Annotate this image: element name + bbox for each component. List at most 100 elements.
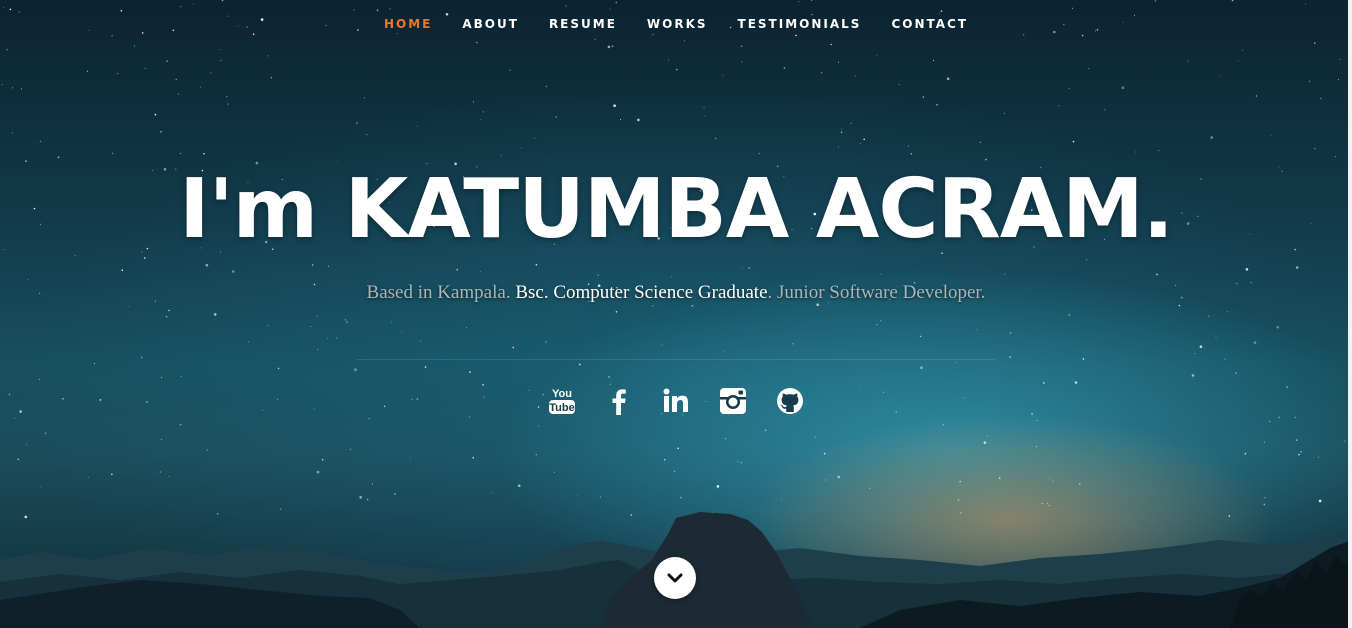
github-link[interactable] xyxy=(774,385,806,417)
star xyxy=(748,267,750,269)
star xyxy=(528,389,530,391)
star xyxy=(17,458,20,461)
star xyxy=(668,59,670,61)
star xyxy=(792,342,794,345)
star xyxy=(391,321,393,323)
star xyxy=(146,401,148,403)
star xyxy=(841,128,843,130)
intro-text-degree: Bsc. Computer Science Graduate xyxy=(515,282,768,303)
nav-home[interactable]: Home xyxy=(382,17,434,31)
star xyxy=(545,85,548,88)
instagram-link[interactable] xyxy=(717,385,749,417)
star xyxy=(946,77,950,81)
star xyxy=(160,439,162,440)
star xyxy=(57,156,60,159)
star xyxy=(1338,79,1339,81)
hero-section: Home About Resume Works Testimonials Con… xyxy=(0,0,1352,628)
star xyxy=(277,398,279,400)
star xyxy=(1009,332,1012,334)
star xyxy=(111,473,113,476)
star xyxy=(416,398,419,400)
star xyxy=(1339,59,1341,61)
star xyxy=(8,393,11,396)
star xyxy=(469,416,471,418)
star xyxy=(840,131,843,134)
star xyxy=(545,341,547,343)
star xyxy=(1210,136,1213,139)
nav-about[interactable]: About xyxy=(460,17,521,31)
star xyxy=(859,142,861,144)
github-icon xyxy=(777,388,803,414)
star xyxy=(321,458,324,461)
star xyxy=(280,508,282,510)
star xyxy=(1191,374,1195,377)
star xyxy=(140,356,143,359)
star xyxy=(1003,112,1005,114)
star xyxy=(6,49,8,51)
star xyxy=(417,125,419,127)
star xyxy=(327,338,329,340)
star xyxy=(880,320,882,322)
star xyxy=(491,492,493,494)
star xyxy=(608,376,610,378)
youtube-link[interactable]: You Tube xyxy=(546,385,578,417)
star xyxy=(1255,95,1258,97)
star xyxy=(741,61,743,63)
star xyxy=(178,93,180,95)
star xyxy=(1300,451,1302,453)
star xyxy=(316,315,318,317)
star xyxy=(366,134,368,136)
star xyxy=(144,257,146,259)
chevron-down-icon xyxy=(667,573,683,583)
nav-works[interactable]: Works xyxy=(645,17,710,31)
star xyxy=(758,153,760,155)
star xyxy=(24,515,28,519)
star xyxy=(979,141,981,143)
star xyxy=(764,429,767,432)
star xyxy=(1049,477,1051,479)
scroll-down-button[interactable] xyxy=(654,557,696,599)
star xyxy=(673,470,675,472)
intro-text-location: Based in Kampala. xyxy=(366,282,516,303)
linkedin-icon xyxy=(663,388,688,412)
star xyxy=(676,68,678,71)
star xyxy=(1295,439,1298,441)
star xyxy=(1268,420,1271,423)
star xyxy=(1318,456,1319,458)
star xyxy=(1242,49,1243,51)
star xyxy=(955,362,957,364)
nav-resume[interactable]: Resume xyxy=(547,17,619,31)
nav-testimonials[interactable]: Testimonials xyxy=(736,17,864,31)
star xyxy=(210,72,212,74)
star xyxy=(1208,315,1210,317)
star xyxy=(820,71,823,74)
star xyxy=(723,351,725,353)
star xyxy=(372,483,373,485)
svg-text:Tube: Tube xyxy=(549,402,574,414)
facebook-link[interactable] xyxy=(603,385,635,417)
star xyxy=(1245,268,1249,271)
star xyxy=(600,496,602,498)
nav-contact[interactable]: Contact xyxy=(889,17,970,31)
intro-text-role: . Junior Software Developer. xyxy=(767,282,986,303)
star xyxy=(716,485,720,488)
star xyxy=(741,267,743,269)
star xyxy=(1220,75,1222,77)
star xyxy=(1004,273,1006,275)
star xyxy=(424,366,427,368)
star xyxy=(39,140,41,142)
star xyxy=(479,271,481,273)
star xyxy=(920,366,923,370)
star xyxy=(166,60,168,62)
star xyxy=(220,59,222,61)
star xyxy=(87,70,88,72)
star xyxy=(205,263,209,267)
star xyxy=(154,300,156,302)
star xyxy=(62,398,64,400)
star xyxy=(860,386,862,388)
star xyxy=(1224,358,1226,360)
star xyxy=(1158,150,1160,152)
star xyxy=(615,311,618,313)
star xyxy=(725,438,727,440)
linkedin-link[interactable] xyxy=(660,385,692,417)
